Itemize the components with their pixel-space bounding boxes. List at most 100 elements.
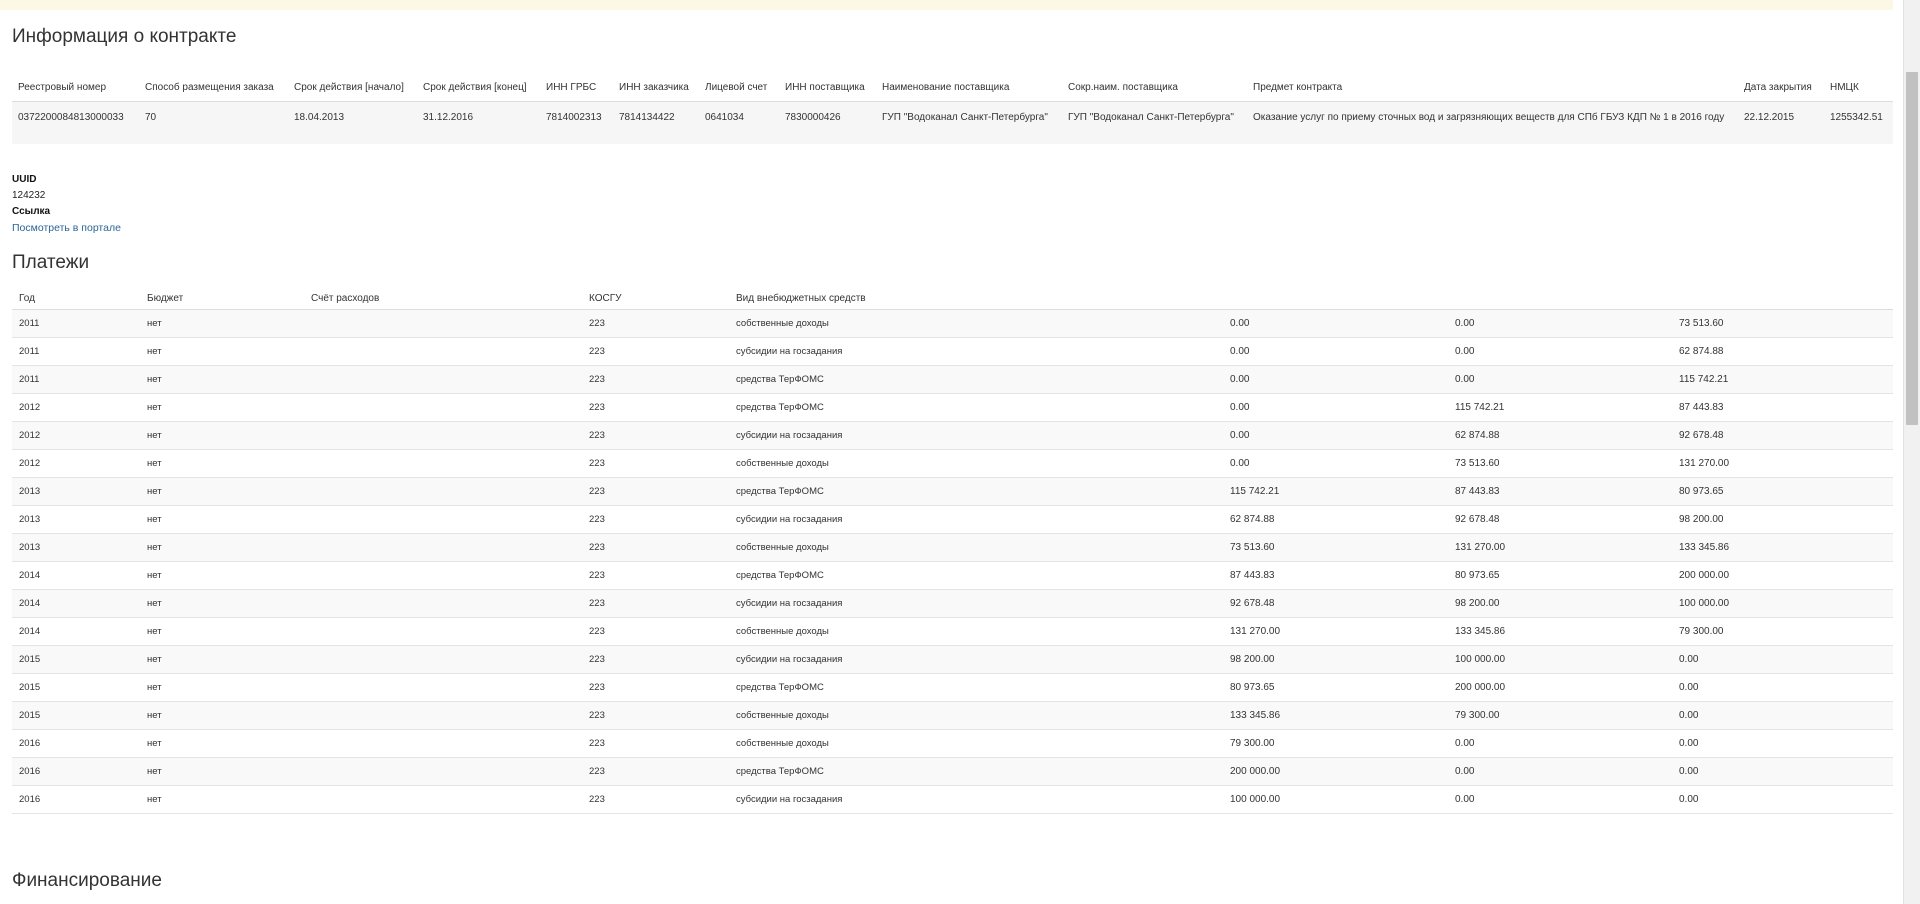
cell-reg-number: 0372200084813000033 (12, 101, 139, 144)
scrollbar-thumb[interactable] (1906, 72, 1918, 425)
vertical-scrollbar[interactable] (1903, 0, 1920, 904)
cell-offbudget-kind: субсидии на госзадания (729, 645, 1223, 674)
cell-amount-2: 0.00 (1448, 309, 1672, 338)
cell-amount-3: 100 000.00 (1672, 589, 1893, 618)
table-row: 2011 нет 223 субсидии на госзадания 0.00 0.00… (12, 337, 1893, 366)
cell-year: 2016 (12, 729, 140, 758)
payments-title: Платежи (12, 252, 90, 273)
cell-kosgu: 223 (582, 337, 729, 366)
cell-amount-3: 133 345.86 (1672, 533, 1893, 562)
cell-year: 2014 (12, 589, 140, 618)
cell-supplier-short: ГУП "Водоканал Санкт-Петербурга" (1062, 101, 1247, 144)
cell-amount-2: 0.00 (1448, 757, 1672, 786)
cell-offbudget-kind: субсидии на госзадания (729, 421, 1223, 450)
cell-budget: нет (140, 421, 304, 450)
cell-amount-2: 62 874.88 (1448, 421, 1672, 450)
cell-expense-account (304, 673, 582, 702)
cell-offbudget-kind: субсидии на госзадания (729, 337, 1223, 366)
cell-amount-1: 87 443.83 (1223, 561, 1448, 590)
cell-offbudget-kind: субсидии на госзадания (729, 785, 1223, 814)
cell-kosgu: 223 (582, 533, 729, 562)
payments-body: 2011 нет 223 собственные доходы 0.00 0.00 73 5… (12, 309, 1893, 814)
cell-amount-1: 133 345.86 (1223, 701, 1448, 730)
cell-amount-1: 200 000.00 (1223, 757, 1448, 786)
table-row: 2015 нет 223 субсидии на госзадания 98 200.0… (12, 645, 1893, 674)
cell-amount-1: 0.00 (1223, 309, 1448, 338)
table-row: 2012 нет 223 средства ТерФОМС 0.00 115 742.21… (12, 393, 1893, 422)
cell-budget: нет (140, 337, 304, 366)
cell-amount-2: 0.00 (1448, 337, 1672, 366)
cell-amount-1: 62 874.88 (1223, 505, 1448, 534)
cell-inn-supplier: 7830000426 (779, 101, 876, 144)
cell-year: 2014 (12, 561, 140, 590)
cell-budget: нет (140, 533, 304, 562)
payments-header-row: Год Бюджет Счёт расходов КОСГУ Вид внебю… (12, 287, 1893, 310)
cell-amount-3: 80 973.65 (1672, 477, 1893, 506)
cell-offbudget-kind: субсидии на госзадания (729, 505, 1223, 534)
cell-amount-2: 115 742.21 (1448, 393, 1672, 422)
cell-kosgu: 223 (582, 729, 729, 758)
cell-budget: нет (140, 505, 304, 534)
col-header-start: Срок действия [начало] (288, 58, 417, 102)
cell-amount-3: 0.00 (1672, 757, 1893, 786)
cell-amount-2: 80 973.65 (1448, 561, 1672, 590)
cell-expense-account (304, 757, 582, 786)
cell-budget: нет (140, 561, 304, 590)
cell-account: 0641034 (699, 101, 779, 144)
col-header-inn-grbs: ИНН ГРБС (540, 58, 613, 102)
cell-supplier-name: ГУП "Водоканал Санкт-Петербурга" (876, 101, 1062, 144)
cell-offbudget-kind: средства ТерФОМС (729, 673, 1223, 702)
cell-amount-3: 131 270.00 (1672, 449, 1893, 478)
cell-budget: нет (140, 617, 304, 646)
col-header-end: Срок действия [конец] (417, 58, 540, 102)
cell-amount-3: 79 300.00 (1672, 617, 1893, 646)
cell-amount-2: 100 000.00 (1448, 645, 1672, 674)
table-row: 2015 нет 223 собственные доходы 133 345.86 79… (12, 701, 1893, 730)
cell-start: 18.04.2013 (288, 101, 417, 144)
financing-title: Финансирование (12, 870, 162, 891)
cell-amount-2: 98 200.00 (1448, 589, 1672, 618)
col-header-inn-customer: ИНН заказчика (613, 58, 699, 102)
cell-expense-account (304, 477, 582, 506)
cell-amount-2: 0.00 (1448, 729, 1672, 758)
cell-kosgu: 223 (582, 701, 729, 730)
cell-amount-1: 0.00 (1223, 421, 1448, 450)
table-row: 2013 нет 223 собственные доходы 73 513.60 131… (12, 533, 1893, 562)
cell-kosgu: 223 (582, 561, 729, 590)
col-header-amount-2 (1448, 287, 1672, 310)
contract-header-row: Реестровый номер Способ размещения заказ… (12, 58, 1893, 102)
view-in-portal-link[interactable]: Посмотреть в портале (12, 222, 121, 234)
cell-close-date: 22.12.2015 (1738, 101, 1824, 144)
cell-amount-1: 100 000.00 (1223, 785, 1448, 814)
cell-amount-3: 0.00 (1672, 729, 1893, 758)
cell-kosgu: 223 (582, 589, 729, 618)
cell-offbudget-kind: средства ТерФОМС (729, 393, 1223, 422)
col-header-reg-number: Реестровый номер (12, 58, 139, 102)
cell-amount-3: 0.00 (1672, 701, 1893, 730)
cell-amount-1: 80 973.65 (1223, 673, 1448, 702)
table-row: 2011 нет 223 собственные доходы 0.00 0.00 73 5… (12, 309, 1893, 338)
cell-expense-account (304, 449, 582, 478)
cell-offbudget-kind: средства ТерФОМС (729, 561, 1223, 590)
col-header-method: Способ размещения заказа (139, 58, 288, 102)
table-row: 2014 нет 223 субсидии на госзадания 92 678.4… (12, 589, 1893, 618)
cell-expense-account (304, 589, 582, 618)
cell-kosgu: 223 (582, 645, 729, 674)
cell-amount-1: 79 300.00 (1223, 729, 1448, 758)
cell-amount-1: 98 200.00 (1223, 645, 1448, 674)
cell-amount-1: 115 742.21 (1223, 477, 1448, 506)
cell-kosgu: 223 (582, 757, 729, 786)
cell-amount-2: 87 443.83 (1448, 477, 1672, 506)
cell-amount-2: 133 345.86 (1448, 617, 1672, 646)
uuid-label: UUID (12, 174, 37, 185)
cell-amount-1: 131 270.00 (1223, 617, 1448, 646)
table-row: 2013 нет 223 средства ТерФОМС 115 742.21 87 4… (12, 477, 1893, 506)
col-header-nmck: НМЦК (1824, 58, 1893, 102)
contract-row: 0372200084813000033 70 18.04.2013 31.12.… (12, 101, 1893, 144)
cell-budget: нет (140, 589, 304, 618)
cell-expense-account (304, 645, 582, 674)
table-row: 2016 нет 223 средства ТерФОМС 200 000.00 0.00… (12, 757, 1893, 786)
cell-kosgu: 223 (582, 673, 729, 702)
cell-year: 2015 (12, 645, 140, 674)
cell-offbudget-kind: средства ТерФОМС (729, 477, 1223, 506)
